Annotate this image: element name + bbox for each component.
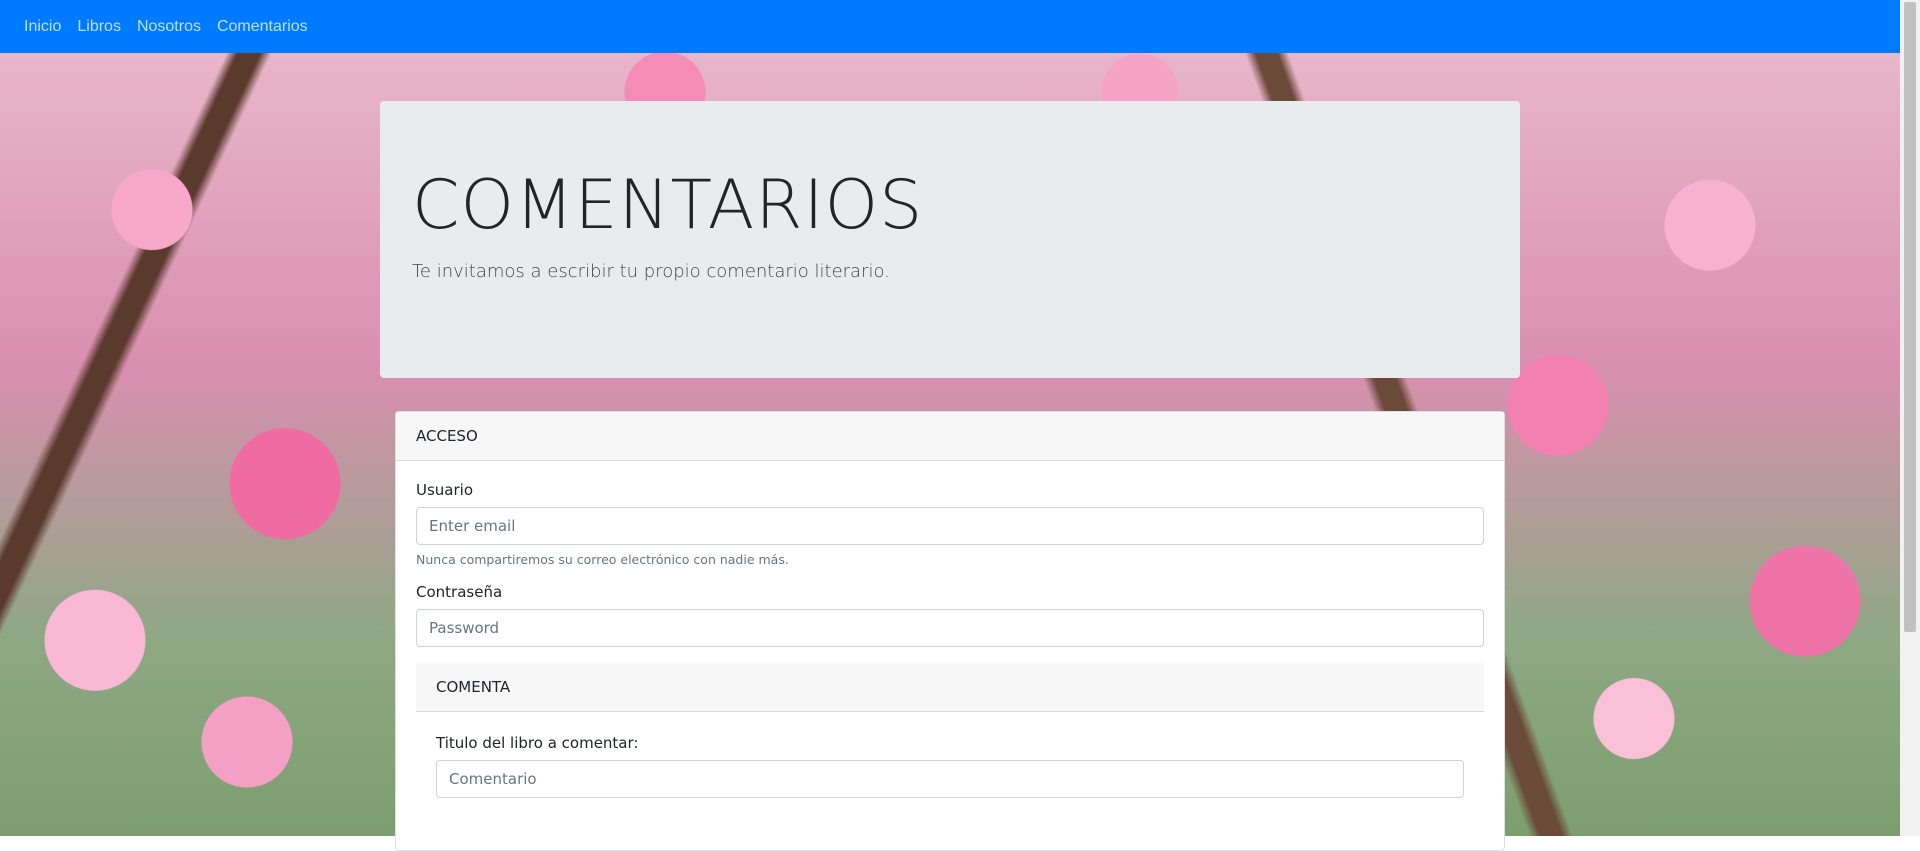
book-title-field[interactable] (436, 760, 1464, 798)
jumbotron: COMENTARIOS Te invitamos a escribir tu p… (380, 101, 1520, 378)
password-group: Contraseña (416, 583, 1484, 647)
nav-link-comentarios[interactable]: Comentarios (217, 18, 308, 36)
scrollbar-thumb[interactable] (1904, 2, 1916, 632)
scrollbar[interactable] (1900, 0, 1920, 836)
comment-card-header: COMENTA (416, 663, 1484, 712)
nav-link-inicio[interactable]: Inicio (24, 18, 61, 36)
access-card: ACCESO Usuario Nunca compartiremos su co… (395, 411, 1505, 851)
email-help-text: Nunca compartiremos su correo electrónic… (416, 552, 789, 567)
nav-link-nosotros[interactable]: Nosotros (137, 18, 201, 36)
navbar: Inicio Libros Nosotros Comentarios (0, 0, 1900, 53)
user-group: Usuario Nunca compartiremos su correo el… (416, 481, 1484, 567)
user-label: Usuario (416, 481, 474, 499)
comment-card: COMENTA Titulo del libro a comentar: (416, 663, 1484, 798)
email-field[interactable] (416, 507, 1484, 545)
access-card-body: Usuario Nunca compartiremos su correo el… (396, 461, 1504, 798)
book-title-label: Titulo del libro a comentar: (436, 734, 639, 752)
page-lead: Te invitamos a escribir tu propio coment… (412, 260, 890, 282)
page-title: COMENTARIOS (412, 166, 924, 245)
access-card-header: ACCESO (396, 412, 1504, 461)
password-field[interactable] (416, 609, 1484, 647)
comment-card-body: Titulo del libro a comentar: (416, 712, 1484, 798)
nav-link-libros[interactable]: Libros (77, 18, 121, 36)
password-label: Contraseña (416, 583, 503, 601)
